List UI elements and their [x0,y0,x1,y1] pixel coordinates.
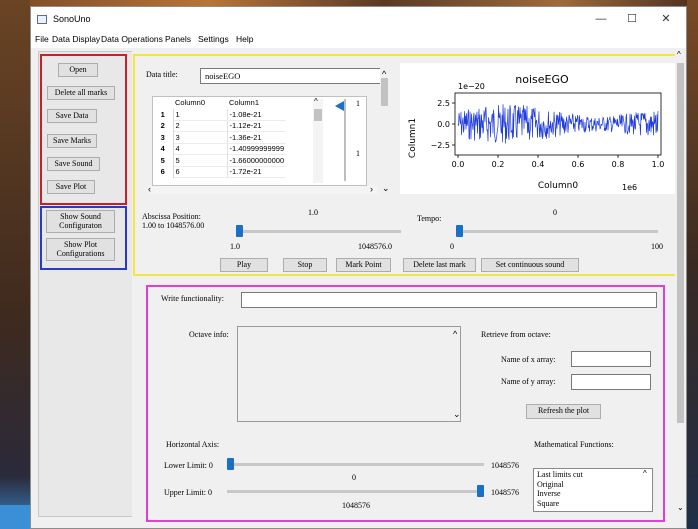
desktop-background-left [0,0,30,529]
window-scroll-down-icon[interactable]: ⌄ [677,503,684,512]
menu-data-operations[interactable]: Data Operations [101,34,163,44]
close-button[interactable]: ✕ [651,11,681,27]
window-scrollbar[interactable]: ^ ⌄ [675,50,686,516]
menu-help[interactable]: Help [236,34,253,44]
maximize-button[interactable]: ☐ [617,11,647,27]
window-scroll-thumb[interactable] [677,63,684,423]
window-scroll-up-icon[interactable]: ^ [677,50,681,59]
menu-bar: File Data Display Data Operations Panels… [31,31,686,48]
minimize-button[interactable]: — [586,11,616,27]
app-icon [37,15,47,24]
taskbar-fragment [0,505,30,529]
desktop-background-right [687,0,698,529]
file-actions-highlight [40,54,127,205]
window-title: SonoUno [53,14,91,24]
app-window: SonoUno — ☐ ✕ File Data Display Data Ope… [30,6,687,529]
config-toggles-highlight [40,206,127,270]
title-bar: SonoUno — ☐ ✕ [31,7,686,31]
menu-data-display[interactable]: Data Display [52,34,100,44]
menu-settings[interactable]: Settings [198,34,229,44]
menu-file[interactable]: File [35,34,49,44]
data-display-highlight [133,54,681,276]
functionality-highlight [146,285,665,522]
menu-panels[interactable]: Panels [165,34,191,44]
